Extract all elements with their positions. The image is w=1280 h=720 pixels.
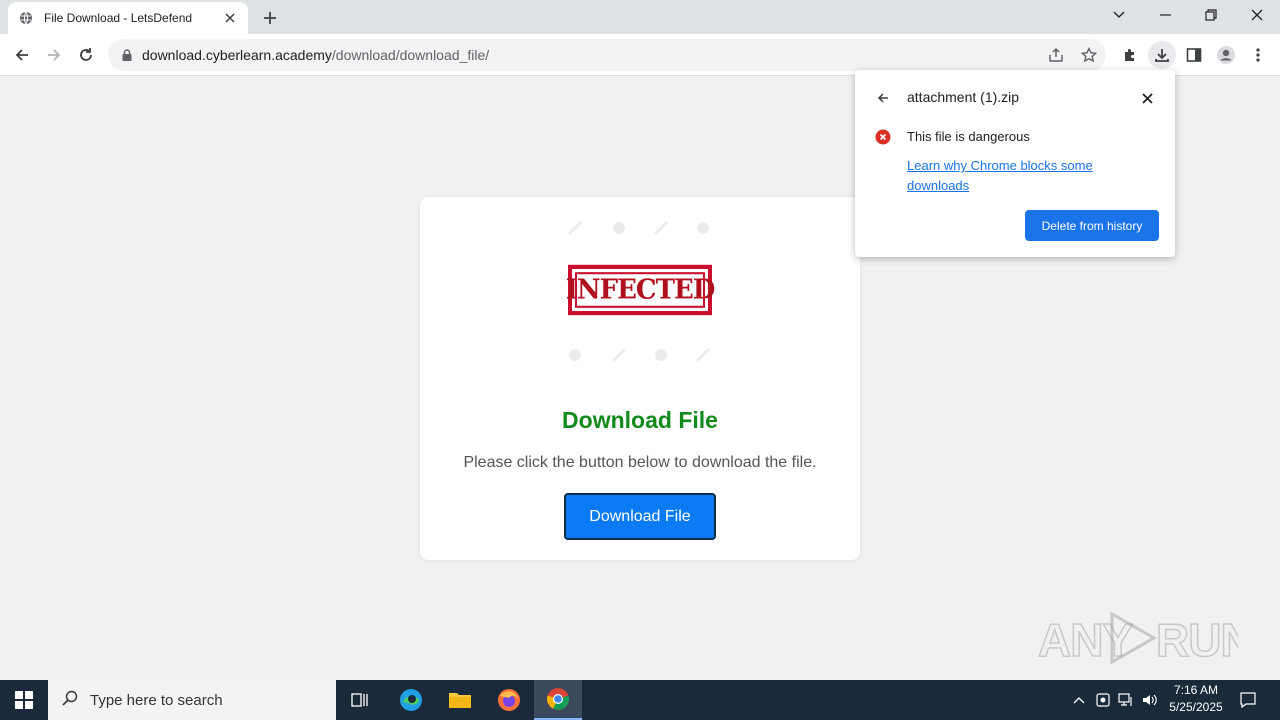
share-icon[interactable] <box>1048 47 1064 68</box>
forward-arrow-icon[interactable] <box>40 41 68 69</box>
meet-icon[interactable] <box>1092 680 1114 720</box>
back-arrow-icon[interactable] <box>8 41 36 69</box>
task-view-icon[interactable] <box>336 680 384 720</box>
puzzle-icon[interactable] <box>1116 41 1144 69</box>
firefox-icon[interactable] <box>485 680 533 720</box>
minimize-icon[interactable] <box>1142 0 1188 30</box>
url-host: download.cyberlearn.academy <box>142 47 332 63</box>
globe-icon <box>18 10 34 26</box>
folder-icon[interactable] <box>436 680 484 720</box>
taskbar-clock[interactable]: 7:16 AM 5/25/2025 <box>1160 682 1232 718</box>
back-arrow-icon[interactable] <box>875 90 891 106</box>
url-text: download.cyberlearn.academy/download/dow… <box>142 47 489 63</box>
circle-icon <box>613 222 625 234</box>
network-icon[interactable] <box>1115 680 1137 720</box>
danger-warning: This file is dangerous <box>907 129 1030 144</box>
clock-time: 7:16 AM <box>1173 683 1219 697</box>
address-bar[interactable]: download.cyberlearn.academy/download/dow… <box>108 39 1106 71</box>
kebab-menu-icon[interactable] <box>1244 41 1272 69</box>
download-file-button[interactable]: Download File <box>564 493 716 540</box>
download-icon[interactable] <box>1148 41 1176 69</box>
pencil-icon <box>612 348 626 362</box>
download-card: INFECTED Download File Please click the … <box>420 197 860 560</box>
circle-icon <box>697 222 709 234</box>
url-path: /download/download_file/ <box>331 47 490 63</box>
windows-taskbar: Type here to search 7:16 AM 5/25/2025 <box>0 680 1280 720</box>
pencil-icon <box>654 221 668 235</box>
search-icon <box>62 690 78 711</box>
circle-icon <box>655 349 667 361</box>
anyrun-watermark: ANY RUN <box>1038 608 1238 668</box>
tab-strip: File Download - LetsDefend <box>0 0 1280 34</box>
restore-icon[interactable] <box>1188 0 1234 30</box>
volume-icon[interactable] <box>1139 680 1161 720</box>
pencil-icon <box>568 221 582 235</box>
svg-text:RUN: RUN <box>1156 614 1238 666</box>
chrome-icon[interactable] <box>534 680 582 720</box>
lock-icon[interactable] <box>120 48 134 62</box>
learn-more-link[interactable]: Learn why Chrome blocks some downloads <box>907 156 1127 196</box>
edge-icon[interactable] <box>387 680 435 720</box>
page-message: Please click the button below to downloa… <box>463 454 817 471</box>
close-icon[interactable] <box>222 10 238 26</box>
page-title: Download File <box>562 407 718 433</box>
pencil-icon <box>696 348 710 362</box>
download-bubble: attachment (1).zip This file is dangerou… <box>855 70 1175 257</box>
circle-icon <box>569 349 581 361</box>
window-close-icon[interactable] <box>1234 0 1280 30</box>
tab-title: File Download - LetsDefend <box>44 11 193 25</box>
search-placeholder: Type here to search <box>90 691 223 709</box>
delete-from-history-button[interactable]: Delete from history <box>1025 210 1159 241</box>
browser-tab[interactable]: File Download - LetsDefend <box>8 2 248 34</box>
star-icon[interactable] <box>1080 46 1098 68</box>
error-icon <box>875 129 891 145</box>
profile-icon[interactable] <box>1212 41 1240 69</box>
chevron-down-icon[interactable] <box>1096 0 1142 30</box>
notification-icon[interactable] <box>1236 680 1260 720</box>
close-icon[interactable] <box>1139 90 1155 106</box>
download-filename: attachment (1).zip <box>907 89 1020 105</box>
windows-logo-icon[interactable] <box>0 680 48 720</box>
clock-date: 5/25/2025 <box>1169 700 1223 714</box>
plus-icon[interactable] <box>258 6 282 30</box>
infected-stamp-image: INFECTED <box>560 217 720 367</box>
stamp-text: INFECTED <box>566 264 715 316</box>
reload-icon[interactable] <box>72 41 100 69</box>
sidepanel-icon[interactable] <box>1180 41 1208 69</box>
chevron-up-icon[interactable] <box>1068 680 1090 720</box>
taskbar-search[interactable]: Type here to search <box>48 680 336 720</box>
